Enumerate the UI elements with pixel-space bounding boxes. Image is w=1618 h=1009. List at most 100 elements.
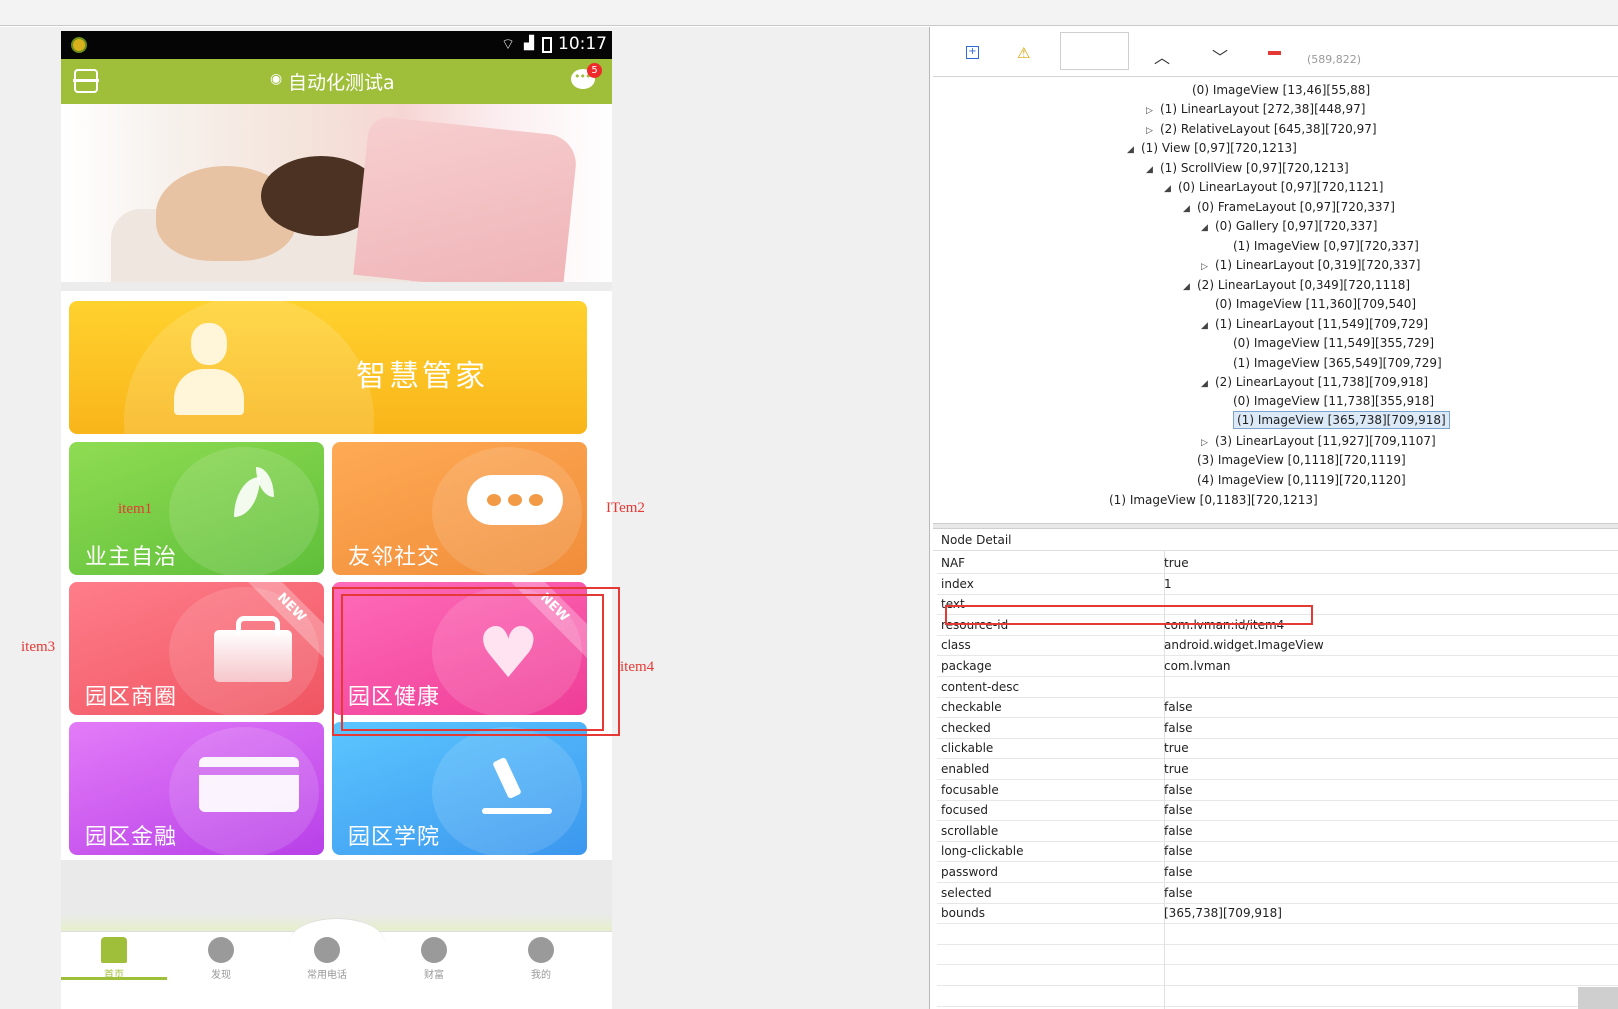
- device-screenshot-pane: ⌔ ▟ 10:17 ◉ 自动化测试a 5: [0, 27, 930, 1009]
- expand-triangle-icon[interactable]: ▷: [1201, 262, 1215, 272]
- annotation-item2: ITem2: [606, 500, 645, 516]
- detail-row-index[interactable]: index 1: [937, 574, 1618, 595]
- collapse-triangle-icon[interactable]: ◢: [1201, 223, 1215, 233]
- bottom-navigation: 首页 发现 常用电话 财富 我的: [61, 918, 612, 1009]
- collapse-triangle-icon[interactable]: ◢: [1201, 379, 1215, 389]
- expand-triangle-icon[interactable]: ▷: [1146, 126, 1160, 136]
- tree-node[interactable]: (1) ImageView [0,1183][720,1213]: [1095, 493, 1318, 507]
- community-title[interactable]: 自动化测试a: [288, 68, 395, 95]
- next-result-icon[interactable]: ﹀: [1212, 44, 1228, 68]
- collapse-triangle-icon[interactable]: ◢: [1183, 282, 1197, 292]
- nav-item-wealth[interactable]: 财富: [394, 937, 474, 983]
- clear-icon[interactable]: [1268, 51, 1281, 55]
- detail-row-class[interactable]: class android.widget.ImageView: [937, 635, 1618, 657]
- detail-value: [365,738][709,918]: [1164, 906, 1282, 921]
- bubble-dot: [508, 494, 522, 506]
- tree-node-selected[interactable]: (1) ImageView [365,738][709,918]: [1219, 411, 1450, 429]
- tree-node[interactable]: ▷ (3) LinearLayout [11,927][709,1107]: [1201, 434, 1436, 448]
- tree-node[interactable]: ◢ (1) LinearLayout [11,549][709,729]: [1201, 317, 1428, 331]
- promo-banner[interactable]: [61, 104, 612, 282]
- detail-row-enabled[interactable]: enabled true: [937, 759, 1618, 780]
- expand-all-icon[interactable]: +: [966, 46, 979, 59]
- nav-item-label: 财富: [424, 970, 444, 981]
- nav-item-phone[interactable]: 常用电话: [287, 937, 367, 983]
- detail-row-password[interactable]: password false: [937, 862, 1618, 883]
- detail-row-NAF[interactable]: NAF true: [937, 553, 1618, 574]
- collapse-triangle-icon[interactable]: ◢: [1183, 204, 1197, 214]
- tree-node[interactable]: ◢ (0) LinearLayout [0,97][720,1121]: [1164, 180, 1383, 194]
- tree-node[interactable]: (0) ImageView [13,46][55,88]: [1178, 83, 1370, 97]
- detail-row-clickable[interactable]: clickable true: [937, 738, 1618, 760]
- tree-node[interactable]: (3) ImageView [0,1118][720,1119]: [1183, 453, 1406, 467]
- tile-park-finance[interactable]: 园区金融: [69, 722, 324, 855]
- tree-node[interactable]: ◢ (0) FrameLayout [0,97][720,337]: [1183, 200, 1395, 214]
- hierarchy-tree[interactable]: (0) ImageView [13,46][55,88] ▷ (1) Linear…: [933, 77, 1618, 522]
- tree-node[interactable]: (0) ImageView [11,738][355,918]: [1219, 394, 1434, 408]
- detail-row-empty: [937, 924, 1618, 945]
- tree-node[interactable]: (0) ImageView [11,549][355,729]: [1219, 336, 1434, 350]
- tile-owner-autonomy[interactable]: 业主自治: [69, 442, 324, 575]
- selected-node-highlight: [341, 594, 604, 731]
- resize-grip[interactable]: [1578, 987, 1618, 1009]
- nav-item-label: 我的: [531, 970, 551, 981]
- tree-node[interactable]: (1) ImageView [365,549][709,729]: [1219, 356, 1442, 370]
- tile-neighbor-social[interactable]: 友邻社交: [332, 442, 587, 575]
- phone-screen[interactable]: ⌔ ▟ 10:17 ◉ 自动化测试a 5: [61, 31, 612, 1009]
- detail-key: class: [941, 638, 971, 653]
- tree-node[interactable]: ◢ (2) LinearLayout [11,738][709,918]: [1201, 375, 1428, 389]
- detail-value: false: [1164, 782, 1193, 797]
- bubble-dot: [487, 494, 501, 506]
- signal-icon: ▟: [524, 36, 534, 51]
- detail-row-selected[interactable]: selected false: [937, 883, 1618, 904]
- detail-key: focusable: [941, 782, 999, 797]
- person-head-shape: [191, 323, 227, 365]
- detail-key: index: [941, 576, 974, 591]
- status-bar: ⌔ ▟ 10:17: [61, 31, 612, 59]
- tree-node[interactable]: (1) ImageView [0,97][720,337]: [1219, 239, 1419, 253]
- collapse-triangle-icon[interactable]: ◢: [1164, 184, 1178, 194]
- detail-row-long-clickable[interactable]: long-clickable false: [937, 841, 1618, 863]
- tree-node[interactable]: ◢ (1) View [0,97][720,1213]: [1127, 141, 1297, 155]
- detail-row-checked[interactable]: checked false: [937, 718, 1618, 739]
- nav-item-mine[interactable]: 我的: [501, 937, 581, 983]
- detail-row-content-desc[interactable]: content-desc: [937, 677, 1618, 698]
- compass-icon: [208, 937, 234, 963]
- nav-item-label: 常用电话: [307, 970, 347, 981]
- detail-row-focusable[interactable]: focusable false: [937, 780, 1618, 801]
- detail-key: long-clickable: [941, 844, 1024, 859]
- detail-row-focused[interactable]: focused false: [937, 800, 1618, 822]
- tree-node[interactable]: ▷ (1) LinearLayout [0,319][720,337]: [1201, 258, 1420, 272]
- tree-node[interactable]: ▷ (2) RelativeLayout [645,38][720,97]: [1146, 122, 1377, 136]
- collapse-triangle-icon[interactable]: ◢: [1201, 321, 1215, 331]
- detail-row-empty: [937, 965, 1618, 986]
- tree-node[interactable]: ▷ (1) LinearLayout [272,38][448,97]: [1146, 102, 1365, 116]
- tree-node[interactable]: ◢ (2) LinearLayout [0,349][720,1118]: [1183, 278, 1410, 292]
- message-count-badge: 5: [587, 63, 602, 78]
- detail-value: false: [1164, 823, 1193, 838]
- detail-key: scrollable: [941, 823, 999, 838]
- tile-label: 智慧管家: [356, 359, 488, 394]
- expand-triangle-icon[interactable]: ▷: [1201, 438, 1215, 448]
- detail-key: selected: [941, 885, 992, 900]
- detail-row-empty: [937, 986, 1618, 1007]
- tree-node[interactable]: ◢ (1) ScrollView [0,97][720,1213]: [1146, 161, 1349, 175]
- tile-park-academy[interactable]: 园区学院: [332, 722, 587, 855]
- collapse-triangle-icon[interactable]: ◢: [1127, 145, 1141, 155]
- tree-node[interactable]: ◢ (0) Gallery [0,97][720,337]: [1201, 219, 1377, 233]
- tile-park-shopping[interactable]: NEW 园区商圈: [69, 582, 324, 715]
- tree-node[interactable]: (0) ImageView [11,360][709,540]: [1201, 297, 1416, 311]
- detail-key: focused: [941, 803, 989, 818]
- nav-item-discover[interactable]: 发现: [181, 937, 261, 983]
- tree-node[interactable]: (4) ImageView [0,1119][720,1120]: [1183, 473, 1406, 487]
- detail-row-package[interactable]: package com.lvman: [937, 656, 1618, 677]
- previous-result-icon[interactable]: ︿: [1154, 44, 1170, 68]
- detail-row-checkable[interactable]: checkable false: [937, 697, 1618, 719]
- detail-row-bounds[interactable]: bounds [365,738][709,918]: [937, 903, 1618, 925]
- tile-smart-steward[interactable]: 智慧管家: [69, 301, 587, 434]
- collapse-triangle-icon[interactable]: ◢: [1146, 165, 1160, 175]
- scan-icon[interactable]: [73, 69, 99, 93]
- nafs-warning-icon[interactable]: ⚠: [1017, 44, 1030, 62]
- detail-row-scrollable[interactable]: scrollable false: [937, 821, 1618, 842]
- search-box[interactable]: [1060, 32, 1129, 70]
- expand-triangle-icon[interactable]: ▷: [1146, 106, 1160, 116]
